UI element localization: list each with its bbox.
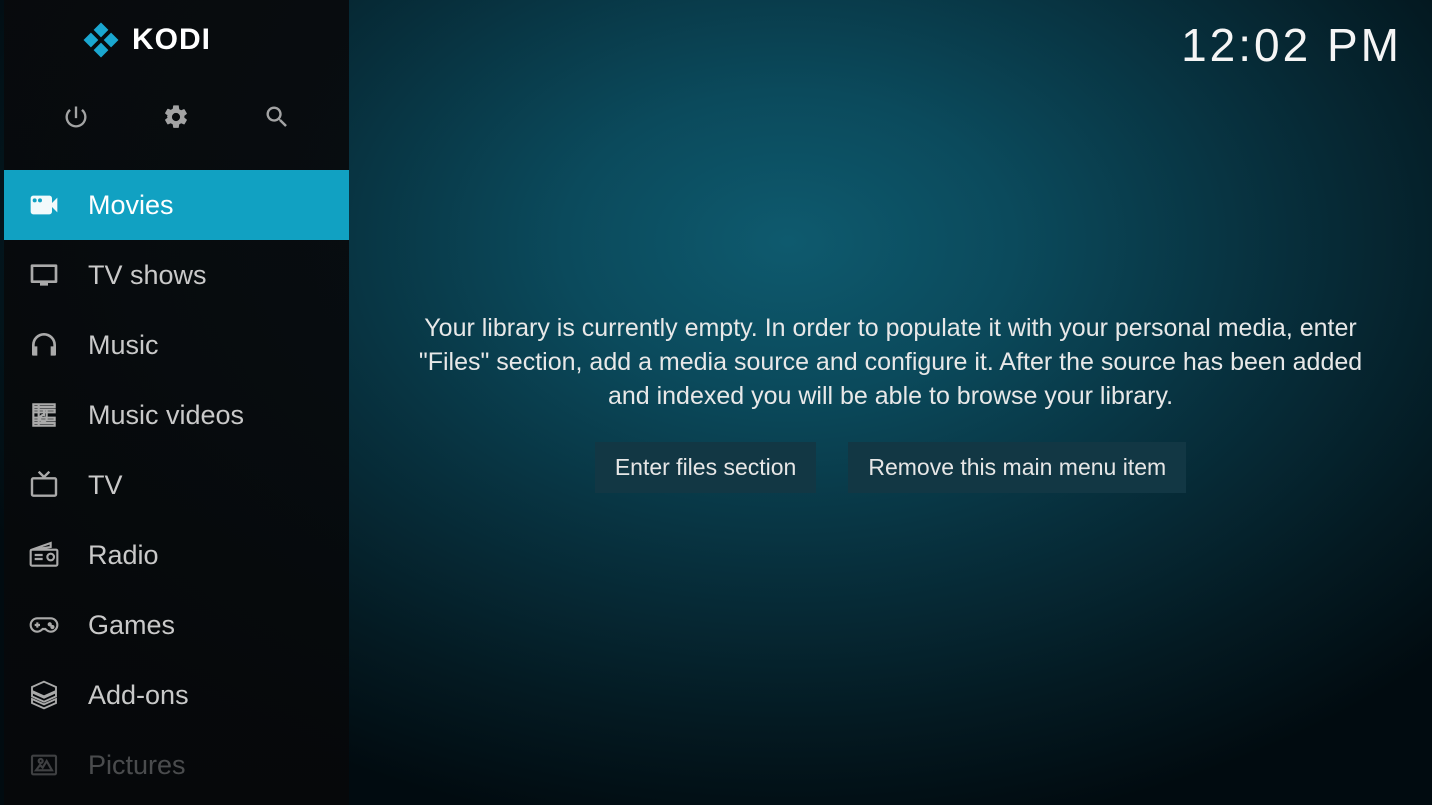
games-icon [24, 605, 64, 645]
search-icon [263, 103, 291, 136]
main-content: Your library is currently empty. In orde… [349, 0, 1432, 805]
sidebar-item-label: TV [88, 470, 123, 501]
app-logo: KODI [4, 0, 349, 80]
tv-shows-icon [24, 255, 64, 295]
sidebar: KODI Movies [4, 0, 349, 805]
utility-row [4, 80, 349, 158]
sidebar-item-label: Music [88, 330, 159, 361]
sidebar-item-label: Movies [88, 190, 174, 221]
sidebar-item-movies[interactable]: Movies [4, 170, 349, 240]
sidebar-item-label: TV shows [88, 260, 207, 291]
settings-button[interactable] [155, 98, 197, 140]
sidebar-item-pictures[interactable]: Pictures [4, 730, 349, 800]
sidebar-item-radio[interactable]: Radio [4, 520, 349, 590]
search-button[interactable] [256, 98, 298, 140]
enter-files-section-button[interactable]: Enter files section [595, 442, 817, 493]
music-videos-icon [24, 395, 64, 435]
sidebar-item-label: Games [88, 610, 175, 641]
sidebar-item-tvshows[interactable]: TV shows [4, 240, 349, 310]
remove-main-menu-item-button[interactable]: Remove this main menu item [848, 442, 1186, 493]
action-button-row: Enter files section Remove this main men… [595, 442, 1186, 493]
power-button[interactable] [55, 98, 97, 140]
power-icon [62, 103, 90, 136]
sidebar-item-tv[interactable]: TV [4, 450, 349, 520]
sidebar-item-label: Music videos [88, 400, 244, 431]
pictures-icon [24, 745, 64, 785]
sidebar-item-addons[interactable]: Add-ons [4, 660, 349, 730]
radio-icon [24, 535, 64, 575]
sidebar-item-label: Pictures [88, 750, 186, 781]
sidebar-item-label: Radio [88, 540, 159, 571]
kodi-logo-icon [82, 21, 120, 59]
gear-icon [162, 103, 190, 136]
addons-icon [24, 675, 64, 715]
sidebar-item-music[interactable]: Music [4, 310, 349, 380]
tv-icon [24, 465, 64, 505]
movies-icon [24, 185, 64, 225]
sidebar-item-label: Add-ons [88, 680, 189, 711]
music-icon [24, 325, 64, 365]
app-name: KODI [132, 23, 211, 57]
sidebar-item-musicvideos[interactable]: Music videos [4, 380, 349, 450]
sidebar-item-games[interactable]: Games [4, 590, 349, 660]
library-empty-message: Your library is currently empty. In orde… [411, 312, 1371, 413]
main-menu: Movies TV shows Music Music videos TV [4, 158, 349, 805]
